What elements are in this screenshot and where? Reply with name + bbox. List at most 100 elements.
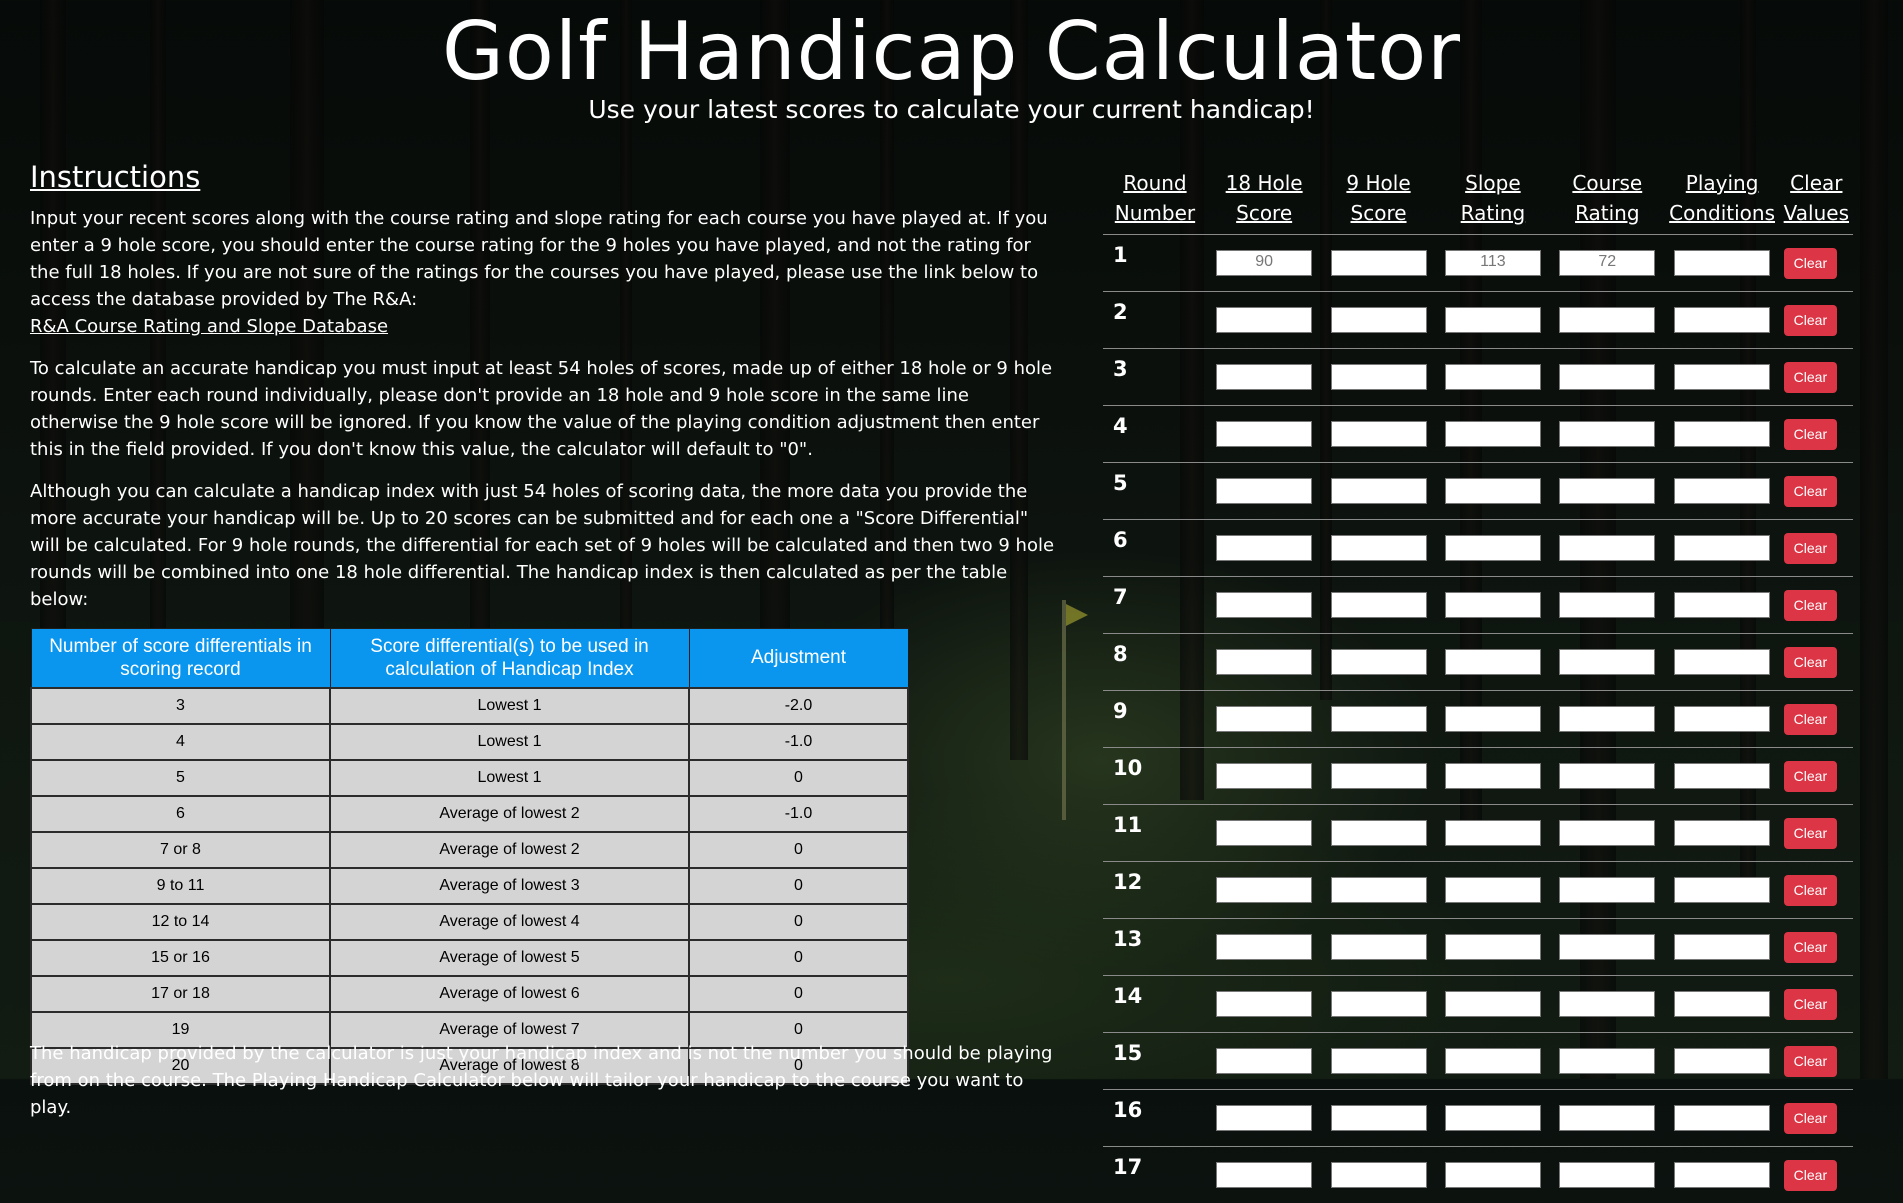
clear-button[interactable]: Clear bbox=[1784, 818, 1837, 849]
course-rating-input[interactable]: 72 bbox=[1559, 250, 1655, 276]
slope-rating-input[interactable] bbox=[1445, 763, 1541, 789]
course-rating-input[interactable] bbox=[1559, 820, 1655, 846]
playing-conditions-input[interactable] bbox=[1674, 250, 1770, 276]
playing-conditions-input[interactable] bbox=[1674, 1048, 1770, 1074]
clear-button[interactable]: Clear bbox=[1784, 533, 1837, 564]
9-hole-score-input[interactable] bbox=[1331, 877, 1427, 903]
slope-rating-input[interactable] bbox=[1445, 592, 1541, 618]
18-hole-score-input[interactable] bbox=[1216, 649, 1312, 675]
18-hole-score-input[interactable] bbox=[1216, 1048, 1312, 1074]
9-hole-score-input[interactable] bbox=[1331, 307, 1427, 333]
9-hole-score-input[interactable] bbox=[1331, 934, 1427, 960]
clear-button[interactable]: Clear bbox=[1784, 875, 1837, 906]
clear-button[interactable]: Clear bbox=[1784, 1046, 1837, 1077]
course-rating-input[interactable] bbox=[1559, 535, 1655, 561]
playing-conditions-input[interactable] bbox=[1674, 421, 1770, 447]
clear-button[interactable]: Clear bbox=[1784, 647, 1837, 678]
9-hole-score-input[interactable] bbox=[1331, 250, 1427, 276]
9-hole-score-input[interactable] bbox=[1331, 478, 1427, 504]
playing-conditions-input[interactable] bbox=[1674, 934, 1770, 960]
playing-conditions-input[interactable] bbox=[1674, 307, 1770, 333]
18-hole-score-input[interactable] bbox=[1216, 934, 1312, 960]
slope-rating-input[interactable] bbox=[1445, 991, 1541, 1017]
playing-conditions-input[interactable] bbox=[1674, 535, 1770, 561]
slope-rating-input[interactable] bbox=[1445, 421, 1541, 447]
playing-conditions-input[interactable] bbox=[1674, 649, 1770, 675]
playing-conditions-input[interactable] bbox=[1674, 706, 1770, 732]
slope-rating-input[interactable] bbox=[1445, 934, 1541, 960]
18-hole-score-input[interactable] bbox=[1216, 991, 1312, 1017]
18-hole-score-input[interactable] bbox=[1216, 877, 1312, 903]
slope-rating-input[interactable] bbox=[1445, 1048, 1541, 1074]
course-rating-input[interactable] bbox=[1559, 1105, 1655, 1131]
18-hole-score-input[interactable] bbox=[1216, 364, 1312, 390]
clear-button[interactable]: Clear bbox=[1784, 932, 1837, 963]
slope-rating-input[interactable]: 113 bbox=[1445, 250, 1541, 276]
9-hole-score-input[interactable] bbox=[1331, 1105, 1427, 1131]
18-hole-score-input[interactable] bbox=[1216, 1162, 1312, 1188]
course-rating-input[interactable] bbox=[1559, 934, 1655, 960]
18-hole-score-input[interactable] bbox=[1216, 820, 1312, 846]
playing-conditions-input[interactable] bbox=[1674, 1162, 1770, 1188]
slope-rating-input[interactable] bbox=[1445, 706, 1541, 732]
9-hole-score-input[interactable] bbox=[1331, 421, 1427, 447]
slope-rating-input[interactable] bbox=[1445, 820, 1541, 846]
18-hole-score-input[interactable] bbox=[1216, 1105, 1312, 1131]
playing-conditions-input[interactable] bbox=[1674, 877, 1770, 903]
ra-database-link[interactable]: R&A Course Rating and Slope Database bbox=[30, 313, 388, 340]
course-rating-input[interactable] bbox=[1559, 364, 1655, 390]
slope-rating-input[interactable] bbox=[1445, 1105, 1541, 1131]
18-hole-score-input[interactable] bbox=[1216, 592, 1312, 618]
9-hole-score-input[interactable] bbox=[1331, 1162, 1427, 1188]
9-hole-score-input[interactable] bbox=[1331, 820, 1427, 846]
clear-button[interactable]: Clear bbox=[1784, 362, 1837, 393]
9-hole-score-input[interactable] bbox=[1331, 991, 1427, 1017]
9-hole-score-input[interactable] bbox=[1331, 364, 1427, 390]
course-rating-input[interactable] bbox=[1559, 307, 1655, 333]
clear-button[interactable]: Clear bbox=[1784, 305, 1837, 336]
course-rating-input[interactable] bbox=[1559, 1048, 1655, 1074]
course-rating-input[interactable] bbox=[1559, 763, 1655, 789]
course-rating-input[interactable] bbox=[1559, 991, 1655, 1017]
playing-conditions-input[interactable] bbox=[1674, 1105, 1770, 1131]
18-hole-score-input[interactable] bbox=[1216, 535, 1312, 561]
course-rating-input[interactable] bbox=[1559, 706, 1655, 732]
18-hole-score-input[interactable] bbox=[1216, 706, 1312, 732]
course-rating-input[interactable] bbox=[1559, 1162, 1655, 1188]
playing-conditions-input[interactable] bbox=[1674, 763, 1770, 789]
clear-button[interactable]: Clear bbox=[1784, 1103, 1837, 1134]
clear-button[interactable]: Clear bbox=[1784, 419, 1837, 450]
9-hole-score-input[interactable] bbox=[1331, 592, 1427, 618]
18-hole-score-input[interactable]: 90 bbox=[1216, 250, 1312, 276]
slope-rating-input[interactable] bbox=[1445, 649, 1541, 675]
course-rating-input[interactable] bbox=[1559, 592, 1655, 618]
playing-conditions-input[interactable] bbox=[1674, 592, 1770, 618]
course-rating-input[interactable] bbox=[1559, 421, 1655, 447]
slope-rating-input[interactable] bbox=[1445, 478, 1541, 504]
slope-rating-input[interactable] bbox=[1445, 877, 1541, 903]
clear-button[interactable]: Clear bbox=[1784, 476, 1837, 507]
clear-button[interactable]: Clear bbox=[1784, 761, 1837, 792]
clear-button[interactable]: Clear bbox=[1784, 590, 1837, 621]
18-hole-score-input[interactable] bbox=[1216, 478, 1312, 504]
slope-rating-input[interactable] bbox=[1445, 1162, 1541, 1188]
9-hole-score-input[interactable] bbox=[1331, 649, 1427, 675]
9-hole-score-input[interactable] bbox=[1331, 1048, 1427, 1074]
18-hole-score-input[interactable] bbox=[1216, 421, 1312, 447]
slope-rating-input[interactable] bbox=[1445, 364, 1541, 390]
playing-conditions-input[interactable] bbox=[1674, 820, 1770, 846]
slope-rating-input[interactable] bbox=[1445, 307, 1541, 333]
course-rating-input[interactable] bbox=[1559, 478, 1655, 504]
course-rating-input[interactable] bbox=[1559, 649, 1655, 675]
course-rating-input[interactable] bbox=[1559, 877, 1655, 903]
18-hole-score-input[interactable] bbox=[1216, 763, 1312, 789]
clear-button[interactable]: Clear bbox=[1784, 704, 1837, 735]
playing-conditions-input[interactable] bbox=[1674, 478, 1770, 504]
9-hole-score-input[interactable] bbox=[1331, 706, 1427, 732]
playing-conditions-input[interactable] bbox=[1674, 991, 1770, 1017]
9-hole-score-input[interactable] bbox=[1331, 763, 1427, 789]
slope-rating-input[interactable] bbox=[1445, 535, 1541, 561]
9-hole-score-input[interactable] bbox=[1331, 535, 1427, 561]
clear-button[interactable]: Clear bbox=[1784, 248, 1837, 279]
18-hole-score-input[interactable] bbox=[1216, 307, 1312, 333]
